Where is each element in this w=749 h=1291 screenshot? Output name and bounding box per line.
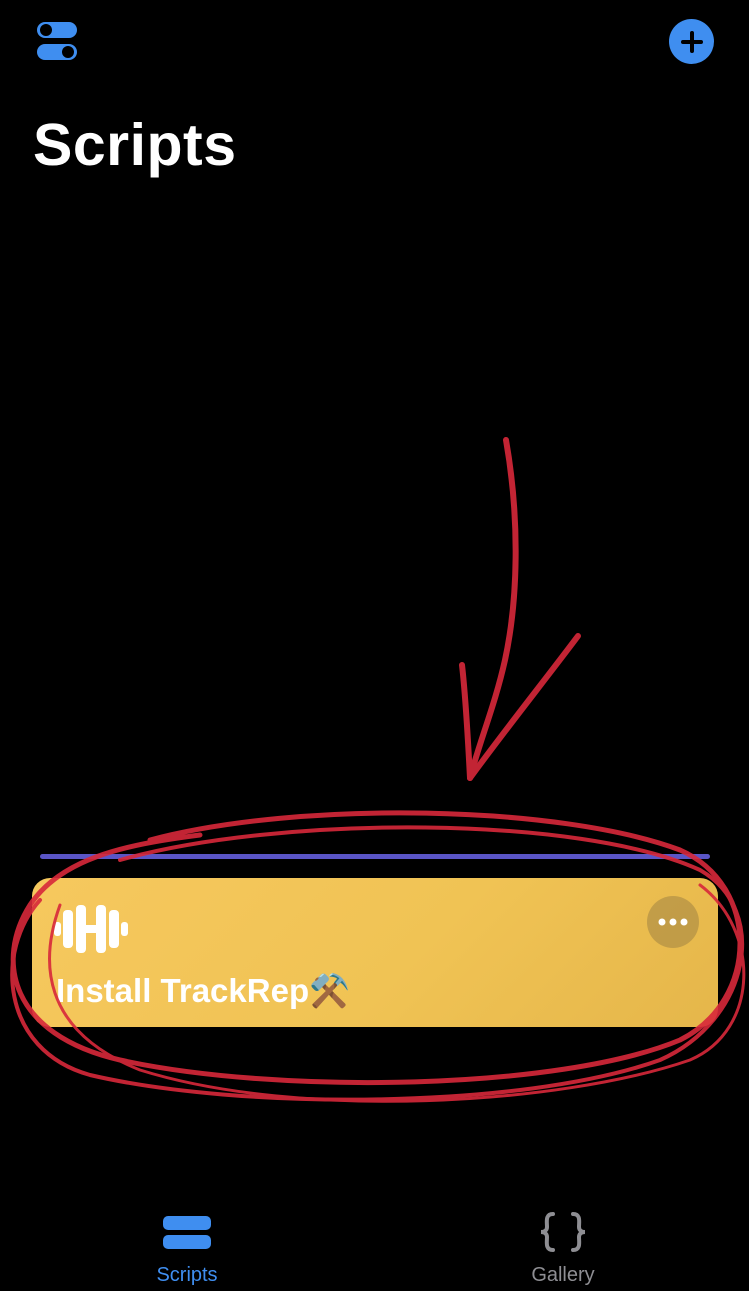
plus-icon [680, 30, 703, 53]
settings-toggles-icon[interactable] [36, 20, 78, 62]
page-title: Scripts [33, 112, 237, 178]
tab-bar: Scripts Gallery [0, 1195, 749, 1291]
script-card[interactable]: Install TrackRep⚒️ [32, 878, 718, 1027]
annotation-overlay [10, 437, 746, 1103]
add-script-button[interactable] [669, 19, 714, 64]
scripts-stack-icon [163, 1216, 211, 1249]
annotation-arrow-shaft [467, 437, 519, 781]
braces-icon [540, 1212, 586, 1252]
script-title: Install TrackRep⚒️ [56, 972, 351, 1009]
tab-scripts[interactable]: Scripts [87, 1195, 287, 1291]
tab-gallery-label: Gallery [531, 1264, 595, 1286]
ellipsis-icon [658, 918, 688, 926]
annotation-arrow-head-left [459, 662, 473, 781]
tab-scripts-label: Scripts [156, 1264, 218, 1286]
dumbbell-icon [54, 905, 128, 953]
tab-gallery[interactable]: Gallery [463, 1195, 663, 1291]
annotation-arrow-head-right [467, 633, 581, 781]
more-options-button[interactable] [647, 896, 699, 948]
drop-indicator-divider [40, 854, 710, 859]
